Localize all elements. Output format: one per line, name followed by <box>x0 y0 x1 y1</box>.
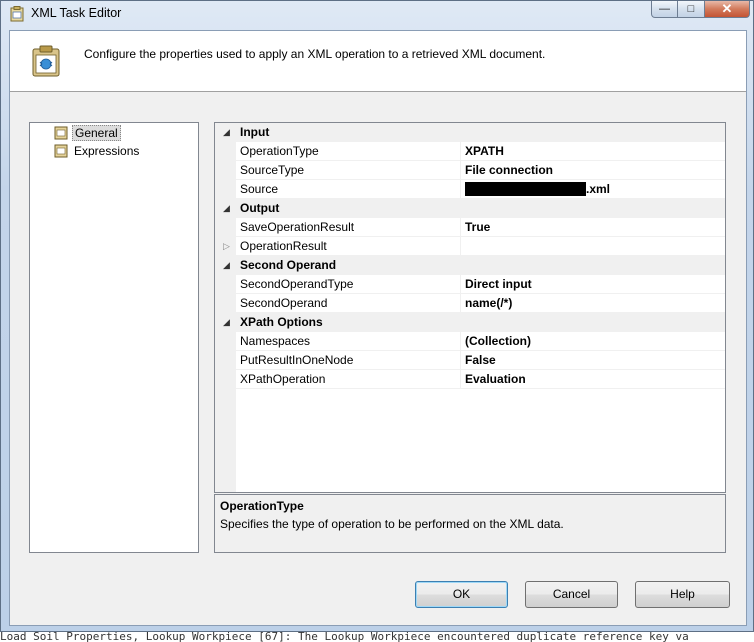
nav-tree: General Expressions <box>29 122 199 553</box>
property-row-saveoperationresult[interactable]: SaveOperationResult True <box>215 218 725 237</box>
property-name: XPathOperation <box>236 370 461 389</box>
minimize-button[interactable]: — <box>651 1 678 18</box>
property-name: Namespaces <box>236 332 461 351</box>
property-row-operationtype[interactable]: OperationType XPATH <box>215 142 725 161</box>
property-value[interactable] <box>461 237 725 256</box>
property-row-secondoperand[interactable]: SecondOperand name(/*) <box>215 294 725 313</box>
nav-item-label: General <box>72 125 121 141</box>
category-second-operand[interactable]: ◢ Second Operand <box>215 256 725 275</box>
property-value[interactable]: Direct input <box>461 275 725 294</box>
ok-button[interactable]: OK <box>415 581 508 608</box>
collapse-triangle-icon[interactable]: ◢ <box>223 203 233 213</box>
property-row-source[interactable]: Source .xml <box>215 180 725 199</box>
collapse-triangle-icon[interactable]: ◢ <box>223 127 233 137</box>
property-name: Source <box>236 180 461 199</box>
property-name: SecondOperand <box>236 294 461 313</box>
collapse-triangle-icon[interactable]: ◢ <box>223 260 233 270</box>
property-value[interactable]: True <box>461 218 725 237</box>
property-value[interactable]: Evaluation <box>461 370 725 389</box>
redaction-bar <box>465 182 586 196</box>
header-band: Configure the properties used to apply a… <box>10 31 746 92</box>
property-name: PutResultInOneNode <box>236 351 461 370</box>
nav-item-general[interactable]: General <box>54 125 121 141</box>
window-title: XML Task Editor <box>31 6 122 20</box>
property-name: SourceType <box>236 161 461 180</box>
xml-task-icon <box>10 6 24 22</box>
property-name: SaveOperationResult <box>236 218 461 237</box>
property-value[interactable]: (Collection) <box>461 332 725 351</box>
category-label: Output <box>240 201 280 215</box>
window-controls: — □ ✕ <box>651 1 750 19</box>
property-row-xpathoperation[interactable]: XPathOperation Evaluation <box>215 370 725 389</box>
source-extension: .xml <box>586 182 611 196</box>
property-value[interactable]: False <box>461 351 725 370</box>
clipboard-xml-icon <box>32 45 60 77</box>
category-label: Input <box>240 125 270 139</box>
window-frame: XML Task Editor — □ ✕ Configure the prop… <box>0 0 754 632</box>
category-label: Second Operand <box>240 258 337 272</box>
help-button[interactable]: Help <box>635 581 730 608</box>
property-page-icon <box>54 144 68 158</box>
property-row-sourcetype[interactable]: SourceType File connection <box>215 161 725 180</box>
property-value[interactable]: XPATH <box>461 142 725 161</box>
property-value[interactable]: File connection <box>461 161 725 180</box>
title-bar[interactable]: XML Task Editor — □ ✕ <box>1 1 754 27</box>
property-page-icon <box>54 126 68 140</box>
cancel-button[interactable]: Cancel <box>525 581 618 608</box>
expand-triangle-icon[interactable]: ▷ <box>223 241 233 251</box>
property-name: OperationResult <box>236 237 461 256</box>
property-row-namespaces[interactable]: Namespaces (Collection) <box>215 332 725 351</box>
dialog-client: Configure the properties used to apply a… <box>9 30 747 626</box>
maximize-button[interactable]: □ <box>678 1 705 18</box>
close-button[interactable]: ✕ <box>705 1 750 18</box>
description-text: Specifies the type of operation to be pe… <box>220 517 564 531</box>
collapse-triangle-icon[interactable]: ◢ <box>223 317 233 327</box>
description-panel: OperationType Specifies the type of oper… <box>214 494 726 553</box>
property-row-secondoperandtype[interactable]: SecondOperandType Direct input <box>215 275 725 294</box>
category-xpath-options[interactable]: ◢ XPath Options <box>215 313 725 332</box>
property-grid[interactable]: ◢ Input OperationType XPATH SourceType F… <box>214 122 726 493</box>
header-description: Configure the properties used to apply a… <box>84 47 546 61</box>
property-row-operationresult[interactable]: ▷ OperationResult <box>215 237 725 256</box>
nav-item-label: Expressions <box>74 144 140 158</box>
category-label: XPath Options <box>240 315 323 329</box>
description-title: OperationType <box>220 499 304 513</box>
category-output[interactable]: ◢ Output <box>215 199 725 218</box>
property-name: OperationType <box>236 142 461 161</box>
category-input[interactable]: ◢ Input <box>215 123 725 142</box>
property-name: SecondOperandType <box>236 275 461 294</box>
property-value-source[interactable]: .xml <box>461 180 725 199</box>
property-value[interactable]: name(/*) <box>461 294 725 313</box>
background-console-text: Load Soil Properties, Lookup Workpiece [… <box>0 632 754 642</box>
property-row-putresultinonenode[interactable]: PutResultInOneNode False <box>215 351 725 370</box>
nav-item-expressions[interactable]: Expressions <box>54 143 141 159</box>
